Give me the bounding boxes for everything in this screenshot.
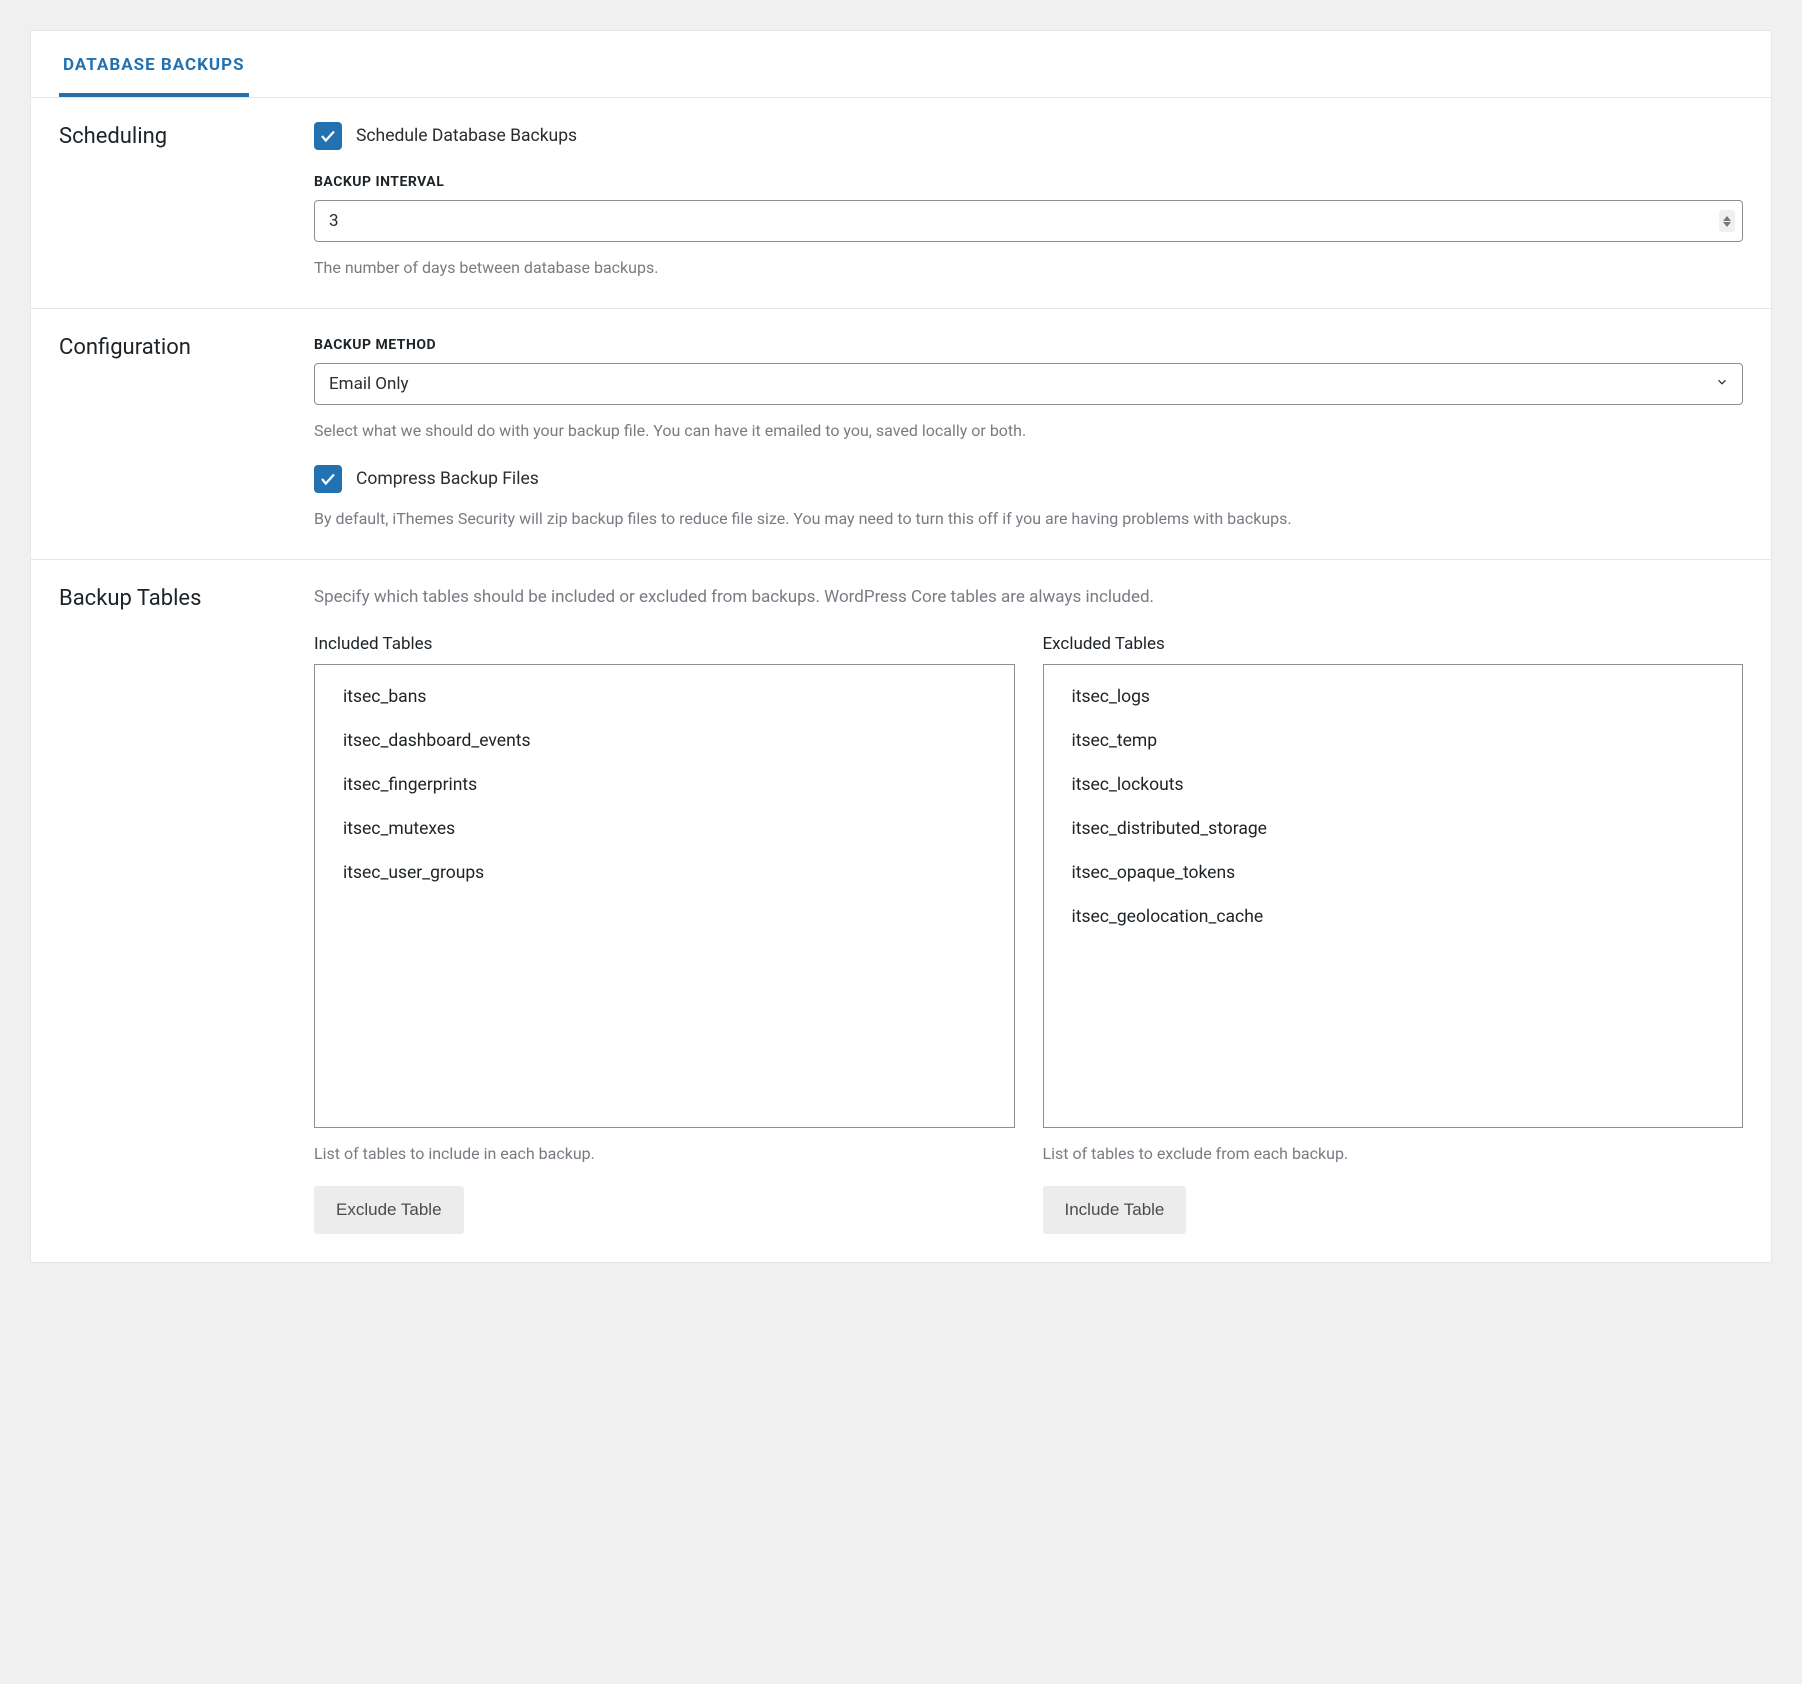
number-spinner[interactable] — [1719, 210, 1735, 232]
include-table-button[interactable]: Include Table — [1043, 1186, 1187, 1234]
section-title-backup-tables: Backup Tables — [59, 584, 314, 1234]
included-tables-listbox[interactable]: itsec_bans itsec_dashboard_events itsec_… — [314, 664, 1015, 1128]
section-title-configuration: Configuration — [59, 333, 314, 531]
backup-tables-intro: Specify which tables should be included … — [314, 584, 1743, 610]
list-item[interactable]: itsec_user_groups — [315, 851, 1014, 895]
excluded-tables-help: List of tables to exclude from each back… — [1043, 1142, 1744, 1166]
section-configuration: Configuration BACKUP METHOD Email Only S… — [31, 309, 1771, 560]
list-item[interactable]: itsec_fingerprints — [315, 763, 1014, 807]
backup-method-help: Select what we should do with your backu… — [314, 419, 1743, 443]
excluded-tables-column: Excluded Tables itsec_logs itsec_temp it… — [1043, 634, 1744, 1234]
compress-backup-help: By default, iThemes Security will zip ba… — [314, 507, 1743, 531]
section-scheduling: Scheduling Schedule Database Backups BAC… — [31, 98, 1771, 309]
list-item[interactable]: itsec_mutexes — [315, 807, 1014, 851]
backup-interval-label: BACKUP INTERVAL — [314, 174, 1743, 190]
backup-method-label: BACKUP METHOD — [314, 337, 1743, 353]
compress-backup-label: Compress Backup Files — [356, 469, 539, 489]
check-icon — [319, 470, 337, 488]
section-backup-tables: Backup Tables Specify which tables shoul… — [31, 560, 1771, 1262]
excluded-tables-listbox[interactable]: itsec_logs itsec_temp itsec_lockouts its… — [1043, 664, 1744, 1128]
spinner-up-icon[interactable] — [1723, 216, 1731, 221]
included-tables-help: List of tables to include in each backup… — [314, 1142, 1015, 1166]
included-tables-column: Included Tables itsec_bans itsec_dashboa… — [314, 634, 1015, 1234]
list-item[interactable]: itsec_lockouts — [1044, 763, 1743, 807]
included-tables-title: Included Tables — [314, 634, 1015, 654]
list-item[interactable]: itsec_logs — [1044, 675, 1743, 719]
list-item[interactable]: itsec_bans — [315, 675, 1014, 719]
backup-interval-input[interactable]: 3 — [314, 200, 1743, 242]
list-item[interactable]: itsec_distributed_storage — [1044, 807, 1743, 851]
settings-panel: DATABASE BACKUPS Scheduling Schedule Dat… — [30, 30, 1772, 1263]
schedule-backups-label: Schedule Database Backups — [356, 126, 577, 146]
tab-bar: DATABASE BACKUPS — [31, 31, 1771, 98]
spinner-down-icon[interactable] — [1723, 222, 1731, 227]
check-icon — [319, 127, 337, 145]
backup-interval-help: The number of days between database back… — [314, 256, 1743, 280]
schedule-backups-checkbox[interactable] — [314, 122, 342, 150]
list-item[interactable]: itsec_geolocation_cache — [1044, 895, 1743, 939]
backup-method-select[interactable]: Email Only — [314, 363, 1743, 405]
section-title-scheduling: Scheduling — [59, 122, 314, 280]
excluded-tables-title: Excluded Tables — [1043, 634, 1744, 654]
compress-backup-checkbox[interactable] — [314, 465, 342, 493]
exclude-table-button[interactable]: Exclude Table — [314, 1186, 464, 1234]
list-item[interactable]: itsec_temp — [1044, 719, 1743, 763]
list-item[interactable]: itsec_opaque_tokens — [1044, 851, 1743, 895]
list-item[interactable]: itsec_dashboard_events — [315, 719, 1014, 763]
tab-database-backups[interactable]: DATABASE BACKUPS — [59, 31, 249, 97]
